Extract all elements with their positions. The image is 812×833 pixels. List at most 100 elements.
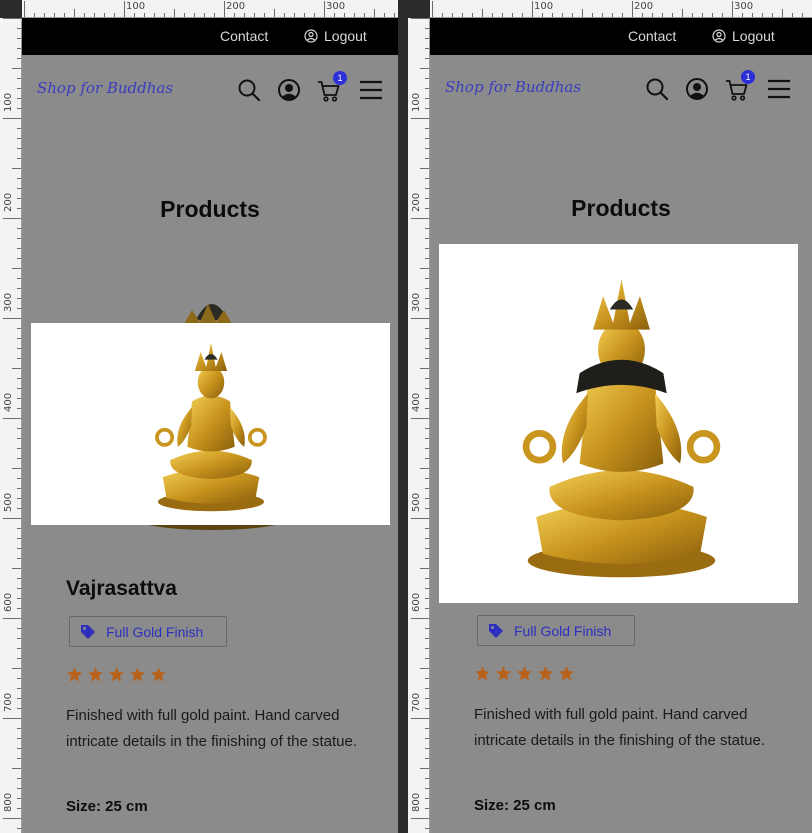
contact-link[interactable]: Contact — [628, 28, 676, 44]
device-preview-left: Contact Logout Shop for Buddhas 1 Produc… — [22, 18, 398, 833]
star-icon — [516, 666, 533, 681]
logout-link[interactable]: Logout — [304, 28, 367, 44]
finish-tag[interactable]: Full Gold Finish — [477, 615, 635, 646]
ruler-tick — [425, 798, 429, 799]
ruler-label: 800 — [3, 792, 14, 812]
star-icon — [87, 667, 104, 682]
ruler-label: 200 — [634, 1, 654, 12]
ruler-tick — [752, 13, 753, 17]
ruler-tick — [425, 258, 429, 259]
ruler-tick — [425, 638, 429, 639]
ruler-tick — [44, 13, 45, 17]
ruler-tick — [114, 13, 115, 17]
ruler-tick — [420, 568, 429, 569]
ruler-tick — [304, 13, 305, 17]
search-icon[interactable] — [237, 78, 261, 102]
ruler-tick — [425, 388, 429, 389]
ruler-tick — [622, 13, 623, 17]
brand-logo[interactable]: Shop for Buddhas — [445, 78, 581, 96]
ruler-tick — [572, 13, 573, 17]
ruler-tick — [420, 668, 429, 669]
ruler-tick — [425, 658, 429, 659]
ruler-tick — [425, 458, 429, 459]
ruler-tick — [17, 48, 21, 49]
ruler-tick — [124, 1, 125, 17]
ruler-tick — [394, 13, 395, 17]
ruler-tick — [411, 118, 429, 119]
ruler-label: 100 — [534, 1, 554, 12]
ruler-tick — [425, 448, 429, 449]
product-size: Size: 25 cm — [474, 797, 556, 814]
ruler-tick — [425, 558, 429, 559]
tag-icon — [489, 623, 503, 638]
ruler-tick — [274, 9, 275, 17]
ruler-tick — [425, 398, 429, 399]
ruler-tick — [732, 1, 733, 17]
ruler-tick — [104, 13, 105, 17]
ruler-tick — [425, 338, 429, 339]
ruler-tick — [354, 13, 355, 17]
ruler-tick — [254, 13, 255, 17]
ruler-tick — [420, 268, 429, 269]
finish-tag[interactable]: Full Gold Finish — [69, 616, 227, 647]
ruler-tick — [17, 628, 21, 629]
ruler-label: 700 — [3, 692, 14, 712]
logout-link[interactable]: Logout — [712, 28, 775, 44]
ruler-tick — [411, 718, 429, 719]
ruler-tick — [425, 138, 429, 139]
ruler-label: 700 — [411, 692, 422, 712]
ruler-label: 200 — [226, 1, 246, 12]
ruler-tick — [94, 13, 95, 17]
ruler-tick — [17, 78, 21, 79]
ruler-tick — [17, 238, 21, 239]
ruler-tick — [17, 798, 21, 799]
ruler-tick — [425, 158, 429, 159]
ruler-tick — [425, 728, 429, 729]
ruler-tick — [54, 13, 55, 17]
logout-label: Logout — [732, 28, 775, 44]
ruler-tick — [425, 28, 429, 29]
ruler-label: 800 — [411, 792, 422, 812]
ruler-tick — [294, 13, 295, 17]
ruler-tick — [134, 13, 135, 17]
star-icon — [474, 666, 491, 681]
ruler-tick — [17, 828, 21, 829]
ruler-tick — [17, 358, 21, 359]
user-circle-icon[interactable] — [685, 77, 709, 101]
ruler-tick — [12, 468, 21, 469]
ruler-tick — [411, 618, 429, 619]
ruler-tick — [712, 13, 713, 17]
ruler-tick — [17, 498, 21, 499]
ruler-tick — [425, 428, 429, 429]
ruler-tick — [17, 728, 21, 729]
ruler-tick — [17, 708, 21, 709]
ruler-tick — [17, 138, 21, 139]
logout-label: Logout — [324, 28, 367, 44]
ruler-tick — [224, 1, 225, 17]
ruler-tick — [425, 708, 429, 709]
ruler-tick — [154, 13, 155, 17]
rating-stars — [66, 666, 167, 683]
ruler-tick — [17, 38, 21, 39]
product-image[interactable] — [439, 244, 798, 603]
contact-link[interactable]: Contact — [220, 28, 268, 44]
ruler-tick — [17, 738, 21, 739]
menu-icon[interactable] — [767, 78, 791, 100]
search-icon[interactable] — [645, 77, 669, 101]
ruler-tick — [411, 518, 429, 519]
ruler-tick — [17, 298, 21, 299]
user-circle-icon[interactable] — [277, 78, 301, 102]
ruler-tick — [425, 778, 429, 779]
product-image-overlay[interactable] — [31, 323, 390, 525]
brand-logo[interactable]: Shop for Buddhas — [37, 79, 173, 97]
ruler-label: 100 — [3, 92, 14, 112]
menu-icon[interactable] — [359, 79, 383, 101]
ruler-tick — [425, 588, 429, 589]
ruler-tick — [672, 13, 673, 17]
ruler-tick — [12, 568, 21, 569]
ruler-tick — [452, 13, 453, 17]
ruler-tick — [194, 13, 195, 17]
ruler-tick — [17, 438, 21, 439]
ruler-tick — [17, 788, 21, 789]
ruler-label: 300 — [734, 1, 754, 12]
